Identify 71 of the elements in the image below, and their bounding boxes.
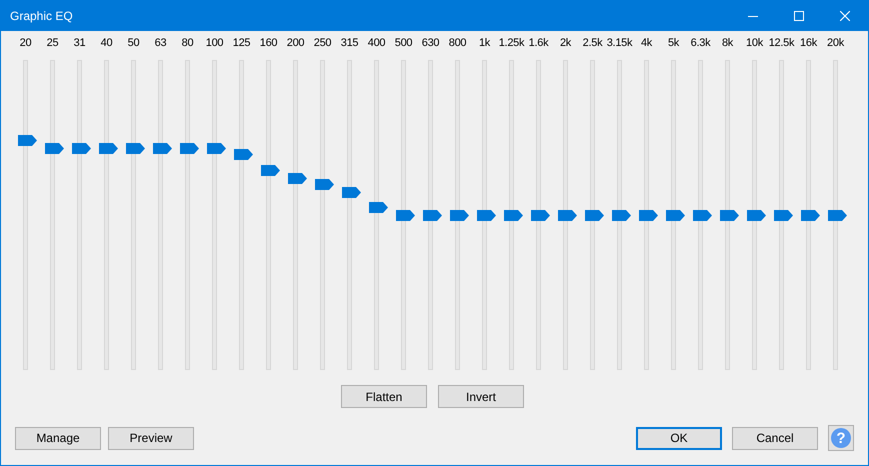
slider-thumb[interactable] bbox=[18, 135, 37, 146]
slider-thumb[interactable] bbox=[504, 210, 523, 220]
band-label: 315 bbox=[340, 36, 358, 51]
band-label: 200 bbox=[286, 36, 304, 51]
band-label: 4k bbox=[640, 36, 652, 51]
slider-thumb[interactable] bbox=[639, 210, 658, 220]
slider-thumb[interactable] bbox=[693, 210, 712, 220]
slider-thumb[interactable] bbox=[315, 179, 334, 190]
slider-thumb[interactable] bbox=[450, 210, 469, 220]
band-label: 100 bbox=[206, 36, 224, 51]
band-label: 63 bbox=[154, 36, 166, 51]
band-label: 500 bbox=[394, 36, 412, 51]
maximize-icon bbox=[794, 11, 804, 21]
manage-button[interactable]: Manage bbox=[15, 426, 101, 450]
band-label: 25 bbox=[46, 36, 58, 51]
flatten-button[interactable]: Flatten bbox=[341, 385, 427, 408]
band-label: 250 bbox=[314, 36, 332, 51]
slider-thumb[interactable] bbox=[45, 142, 64, 154]
slider-thumb[interactable] bbox=[477, 210, 496, 220]
slider-thumb[interactable] bbox=[720, 210, 739, 220]
band-label: 20k bbox=[827, 36, 844, 51]
slider-thumb[interactable] bbox=[126, 142, 145, 154]
band-label: 6.3k bbox=[690, 36, 710, 51]
band-label: 5k bbox=[668, 36, 680, 51]
band-label: 20 bbox=[20, 36, 32, 51]
slider-thumb[interactable] bbox=[828, 210, 847, 220]
band-label: 2k bbox=[560, 36, 572, 51]
slider-thumb[interactable] bbox=[72, 142, 91, 154]
band-label: 8k bbox=[722, 36, 734, 51]
band-label: 1k bbox=[478, 36, 490, 51]
close-icon bbox=[840, 11, 850, 21]
slider-thumb[interactable] bbox=[612, 210, 631, 220]
slider-thumb[interactable] bbox=[207, 142, 226, 154]
slider-thumb[interactable] bbox=[774, 210, 793, 220]
invert-button[interactable]: Invert bbox=[438, 385, 524, 408]
slider-thumb[interactable] bbox=[666, 210, 685, 220]
band-label: 80 bbox=[182, 36, 194, 51]
band-label: 40 bbox=[100, 36, 112, 51]
band-label: 31 bbox=[74, 36, 86, 51]
slider-thumb[interactable] bbox=[423, 210, 442, 220]
band-label: 1.25k bbox=[498, 36, 524, 51]
cancel-button[interactable]: Cancel bbox=[732, 426, 818, 450]
slider-thumb[interactable] bbox=[801, 210, 820, 220]
slider-thumb[interactable] bbox=[180, 142, 199, 154]
slider-thumb[interactable] bbox=[558, 210, 577, 220]
slider-thumb[interactable] bbox=[747, 210, 766, 220]
slider-thumb[interactable] bbox=[261, 164, 280, 176]
slider-thumb[interactable] bbox=[585, 210, 604, 220]
slider-thumb[interactable] bbox=[531, 210, 550, 220]
band-label: 800 bbox=[448, 36, 466, 51]
band-label: 3.15k bbox=[606, 36, 632, 51]
slider-thumb[interactable] bbox=[342, 187, 361, 198]
band-label: 630 bbox=[422, 36, 440, 51]
slider-thumb[interactable] bbox=[396, 210, 415, 220]
slider-thumb[interactable] bbox=[288, 172, 307, 184]
band-label: 12.5k bbox=[768, 36, 794, 51]
preview-button[interactable]: Preview bbox=[108, 426, 194, 450]
band-label: 2.5k bbox=[582, 36, 602, 51]
band-label: 125 bbox=[232, 36, 250, 51]
band-label: 1.6k bbox=[528, 36, 548, 51]
ok-button[interactable]: OK bbox=[636, 426, 722, 450]
band-label: 400 bbox=[368, 36, 386, 51]
band-label: 10k bbox=[746, 36, 763, 51]
slider-thumb[interactable] bbox=[369, 202, 388, 214]
band-label: 160 bbox=[260, 36, 278, 51]
slider-thumb[interactable] bbox=[153, 142, 172, 154]
slider-thumb[interactable] bbox=[99, 142, 118, 154]
band-label: 16k bbox=[800, 36, 817, 51]
window-title: Graphic EQ bbox=[10, 8, 73, 25]
slider-thumb[interactable] bbox=[234, 149, 253, 160]
band-label: 50 bbox=[128, 36, 140, 51]
